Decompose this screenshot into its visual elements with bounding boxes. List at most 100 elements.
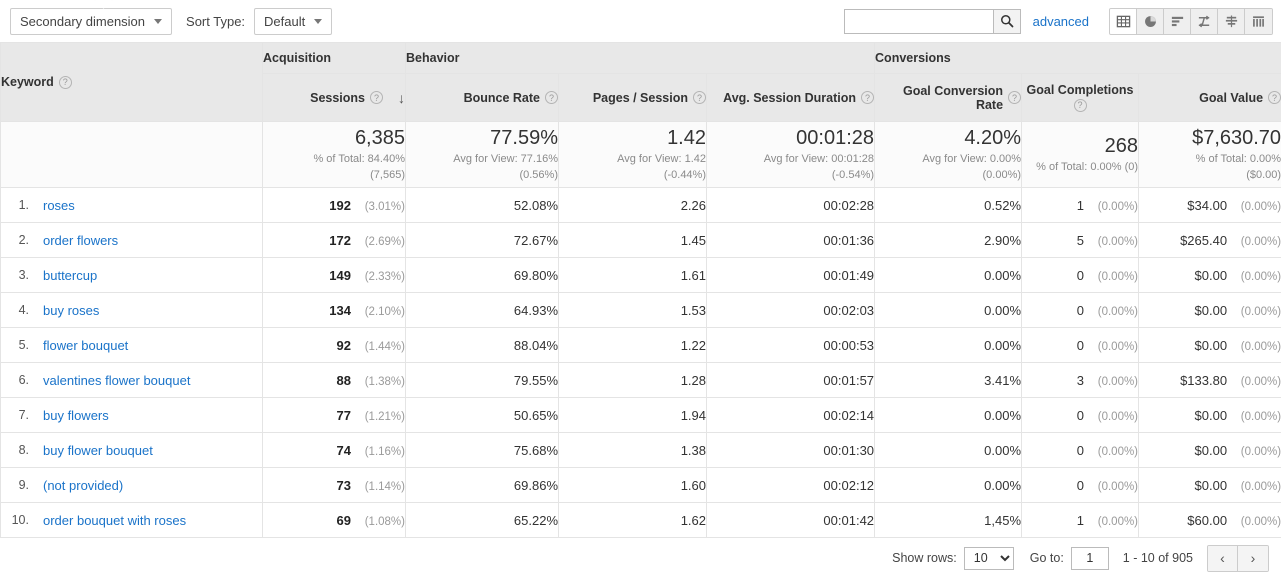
column-header-goal-conversion-rate[interactable]: Goal Conversion Rate ? xyxy=(875,74,1022,122)
goal-conversion-rate-cell: 0.00% xyxy=(875,328,1022,363)
summary-goal-value-value: $7,630.70 xyxy=(1139,127,1281,150)
sort-descending-icon[interactable]: ↓ xyxy=(398,91,405,105)
avg-session-duration-value: 00:02:14 xyxy=(823,408,874,423)
search-button[interactable] xyxy=(993,10,1020,33)
keyword-link[interactable]: flower bouquet xyxy=(43,338,128,353)
bounce-rate-value: 69.80% xyxy=(514,268,558,283)
help-icon[interactable]: ? xyxy=(1008,91,1021,104)
secondary-dimension-label: Secondary dimension xyxy=(20,15,145,28)
keyword-link[interactable]: buttercup xyxy=(43,268,97,283)
rows-per-page-select[interactable]: 10255010025050010005000 xyxy=(964,547,1014,570)
column-header-goal-value[interactable]: Goal Value ? xyxy=(1139,74,1281,122)
keyword-cell: 7.buy flowers xyxy=(1,398,263,433)
column-header-pages-session[interactable]: Pages / Session ? xyxy=(559,74,707,122)
help-icon[interactable]: ? xyxy=(59,76,72,89)
goal-value-value: $0.00 xyxy=(1195,408,1228,423)
summary-bounce-rate-value: 77.59% xyxy=(406,127,558,150)
help-icon[interactable]: ? xyxy=(1074,99,1087,112)
sessions-percent: (1.14%) xyxy=(361,481,405,493)
help-icon[interactable]: ? xyxy=(370,91,383,104)
avg-session-duration-value: 00:01:57 xyxy=(823,373,874,388)
search-input[interactable] xyxy=(845,10,993,33)
keyword-link[interactable]: buy roses xyxy=(43,303,99,318)
view-performance-button[interactable] xyxy=(1191,9,1218,34)
help-icon[interactable]: ? xyxy=(861,91,874,104)
summary-sessions-value: 6,385 xyxy=(263,127,405,150)
keyword-link[interactable]: buy flowers xyxy=(43,408,109,423)
goal-conversion-rate-cell: 0.00% xyxy=(875,398,1022,433)
goal-completions-value: 0 xyxy=(1077,268,1084,283)
table-row: 4.buy roses134(2.10%)64.93%1.5300:02:030… xyxy=(1,293,1281,328)
pages-session-cell: 1.45 xyxy=(559,223,707,258)
help-icon[interactable]: ? xyxy=(545,91,558,104)
table-row: 7.buy flowers77(1.21%)50.65%1.9400:02:14… xyxy=(1,398,1281,433)
keyword-link[interactable]: valentines flower bouquet xyxy=(43,373,190,388)
view-bar-chart-button[interactable] xyxy=(1164,9,1191,34)
table-row: 1.roses192(3.01%)52.08%2.2600:02:280.52%… xyxy=(1,188,1281,223)
goal-completions-value: 3 xyxy=(1077,373,1084,388)
keyword-link[interactable]: roses xyxy=(43,198,75,213)
avg-session-duration-cell: 00:01:42 xyxy=(707,503,875,538)
bounce-rate-value: 75.68% xyxy=(514,443,558,458)
goal-value-percent: (0.00%) xyxy=(1237,236,1281,248)
pages-session-value: 1.60 xyxy=(681,478,706,493)
pagination-nav: ‹ › xyxy=(1207,545,1269,572)
next-page-button[interactable]: › xyxy=(1238,546,1268,571)
pages-session-value: 1.38 xyxy=(681,443,706,458)
sessions-cell: 74(1.16%) xyxy=(263,433,406,468)
advanced-link[interactable]: advanced xyxy=(1033,14,1089,29)
bounce-rate-value: 52.08% xyxy=(514,198,558,213)
goal-completions-value: 0 xyxy=(1077,443,1084,458)
goal-completions-value: 0 xyxy=(1077,408,1084,423)
sessions-percent: (1.44%) xyxy=(361,341,405,353)
keyword-link[interactable]: order bouquet with roses xyxy=(43,513,186,528)
table-row: 10.order bouquet with roses69(1.08%)65.2… xyxy=(1,503,1281,538)
goal-value-value: $265.40 xyxy=(1180,233,1227,248)
column-label-bounce-rate: Bounce Rate xyxy=(464,91,540,105)
view-pivot-button[interactable] xyxy=(1245,9,1272,34)
keyword-link[interactable]: buy flower bouquet xyxy=(43,443,153,458)
view-pie-chart-button[interactable] xyxy=(1137,9,1164,34)
pages-session-value: 1.61 xyxy=(681,268,706,283)
secondary-dimension-button[interactable]: Secondary dimension xyxy=(10,8,172,35)
summary-goal-completions-cell: 268 % of Total: 0.00% (0) xyxy=(1022,122,1139,188)
row-index: 2. xyxy=(1,233,29,247)
pages-session-value: 1.94 xyxy=(681,408,706,423)
previous-page-button[interactable]: ‹ xyxy=(1208,546,1238,571)
keyword-column-header[interactable]: Keyword ? xyxy=(1,43,263,122)
summary-goal-rate-cell: 4.20% Avg for View: 0.00% (0.00%) xyxy=(875,122,1022,188)
keyword-cell: 10.order bouquet with roses xyxy=(1,503,263,538)
pages-session-cell: 1.94 xyxy=(559,398,707,433)
sessions-percent: (2.33%) xyxy=(361,271,405,283)
sessions-cell: 88(1.38%) xyxy=(263,363,406,398)
view-data-table-button[interactable] xyxy=(1110,9,1137,34)
summary-goal-completions-value: 268 xyxy=(1022,135,1138,158)
help-icon[interactable]: ? xyxy=(693,91,706,104)
keyword-header-label: Keyword xyxy=(1,75,54,89)
view-comparison-button[interactable] xyxy=(1218,9,1245,34)
goal-completions-percent: (0.00%) xyxy=(1094,446,1138,458)
keyword-cell: 6.valentines flower bouquet xyxy=(1,363,263,398)
sessions-cell: 73(1.14%) xyxy=(263,468,406,503)
goal-conversion-rate-value: 2.90% xyxy=(984,233,1021,248)
goto-page-input[interactable] xyxy=(1071,547,1109,570)
pages-session-cell: 1.60 xyxy=(559,468,707,503)
table-row: 2.order flowers172(2.69%)72.67%1.4500:01… xyxy=(1,223,1281,258)
help-icon[interactable]: ? xyxy=(1268,91,1281,104)
avg-session-duration-value: 00:02:12 xyxy=(823,478,874,493)
row-index: 9. xyxy=(1,478,29,492)
column-header-sessions[interactable]: Sessions ? ↓ xyxy=(263,74,406,122)
goal-conversion-rate-cell: 0.00% xyxy=(875,433,1022,468)
keyword-link[interactable]: order flowers xyxy=(43,233,118,248)
sort-type-button[interactable]: Default xyxy=(254,8,332,35)
keyword-link[interactable]: (not provided) xyxy=(43,478,123,493)
search-icon xyxy=(1000,14,1014,28)
column-header-goal-completions[interactable]: Goal Completions ? xyxy=(1022,74,1139,122)
sessions-cell: 149(2.33%) xyxy=(263,258,406,293)
column-header-bounce-rate[interactable]: Bounce Rate ? xyxy=(406,74,559,122)
search-box[interactable] xyxy=(844,9,1021,34)
goal-completions-percent: (0.00%) xyxy=(1094,411,1138,423)
column-header-avg-session-duration[interactable]: Avg. Session Duration ? xyxy=(707,74,875,122)
column-label-goal-value: Goal Value xyxy=(1199,91,1263,105)
sort-type-label: Sort Type: xyxy=(186,14,245,29)
